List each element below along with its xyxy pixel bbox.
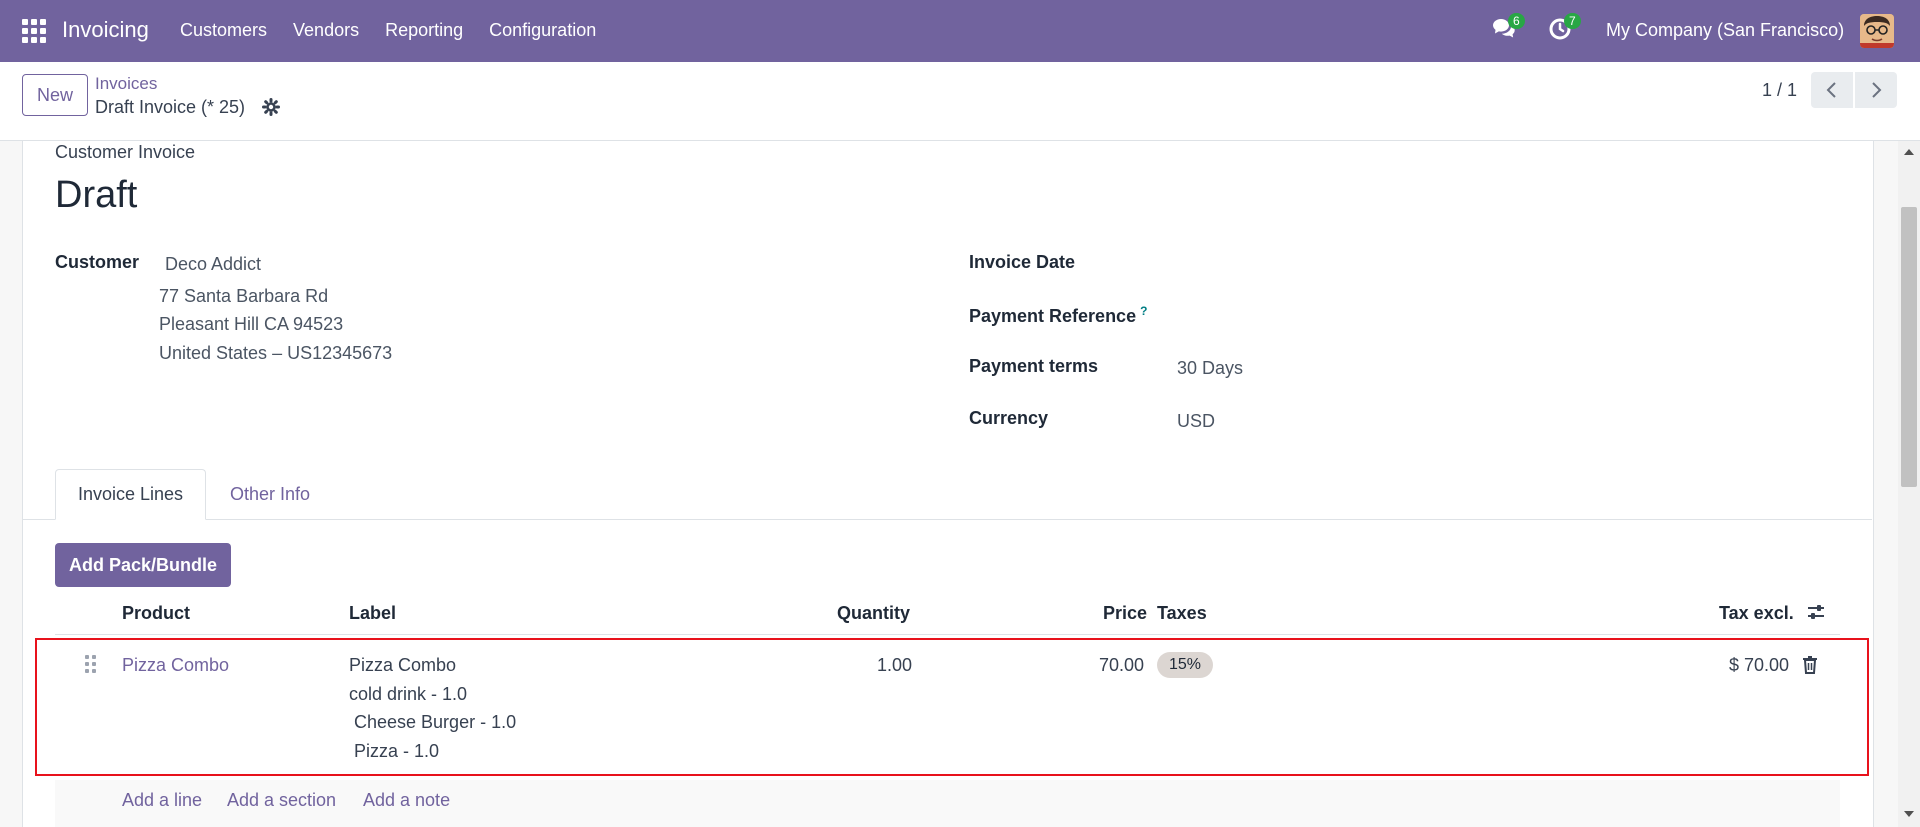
trash-icon[interactable] xyxy=(1802,656,1818,674)
line-label-text[interactable]: Pizza Combo xyxy=(349,655,456,676)
invoice-date-field[interactable] xyxy=(1176,246,1776,276)
apps-menu-icon[interactable] xyxy=(22,19,46,43)
line-label-text[interactable]: Pizza - 1.0 xyxy=(349,741,439,762)
customer-address-line: 77 Santa Barbara Rd xyxy=(159,286,329,306)
payment-terms-label: Payment terms xyxy=(969,356,1099,376)
gear-icon[interactable] xyxy=(262,98,280,116)
line-label-text[interactable]: Cheese Burger - 1.0 xyxy=(349,712,516,733)
menu-customers[interactable]: Customers xyxy=(180,20,267,41)
line-quantity[interactable]: 1.00 xyxy=(877,655,912,676)
line-label-text[interactable]: cold drink - 1.0 xyxy=(349,684,467,705)
payment-reference-label: Payment Reference? xyxy=(969,304,1147,327)
tab-invoice-lines[interactable]: Invoice Lines xyxy=(55,469,206,520)
line-price[interactable]: 70.00 xyxy=(1099,655,1144,676)
activities-badge: 7 xyxy=(1564,13,1581,29)
vertical-scrollbar[interactable] xyxy=(1898,141,1920,827)
line-tax-excl: $ 70.00 xyxy=(1729,655,1790,675)
column-header-label[interactable]: Label xyxy=(349,603,396,624)
table-header-divider xyxy=(55,634,1840,635)
column-header-quantity[interactable]: Quantity xyxy=(837,603,910,624)
menu-reporting[interactable]: Reporting xyxy=(385,20,463,41)
tax-tag[interactable]: 15% xyxy=(1157,652,1214,678)
menu-vendors[interactable]: Vendors xyxy=(293,20,359,41)
add-section-link[interactable]: Add a section xyxy=(227,790,336,811)
main-menu: Customers Vendors Reporting Configuratio… xyxy=(180,20,622,41)
messages-badge: 6 xyxy=(1508,13,1525,29)
messages-icon[interactable]: 6 xyxy=(1492,13,1525,43)
column-header-taxes[interactable]: Taxes xyxy=(1157,603,1207,624)
activities-clock-icon[interactable]: 7 xyxy=(1548,13,1581,43)
payment-reference-label-text: Payment Reference xyxy=(969,306,1137,326)
new-button[interactable]: New xyxy=(22,74,88,116)
add-pack-bundle-button[interactable]: Add Pack/Bundle xyxy=(55,543,231,587)
add-line-link[interactable]: Add a line xyxy=(122,790,202,811)
scroll-thumb[interactable] xyxy=(1901,207,1917,487)
column-header-tax-excl[interactable]: Tax excl. xyxy=(1719,603,1794,624)
line-product[interactable]: Pizza Combo xyxy=(122,655,229,676)
column-header-price[interactable]: Price xyxy=(1103,603,1147,624)
pager-previous-button[interactable] xyxy=(1811,72,1853,108)
scroll-down-arrow-icon[interactable] xyxy=(1904,811,1914,817)
pager-value[interactable]: 1 / 1 xyxy=(1762,80,1797,101)
invoice-date-label: Invoice Date xyxy=(969,252,1076,272)
payment-reference-field[interactable] xyxy=(1176,298,1776,328)
menu-configuration[interactable]: Configuration xyxy=(489,20,596,41)
drag-handle-icon[interactable] xyxy=(85,655,99,675)
help-tooltip-icon[interactable]: ? xyxy=(1140,304,1147,318)
column-header-product[interactable]: Product xyxy=(122,603,190,624)
invoice-title: Draft xyxy=(55,174,138,216)
currency-field[interactable]: USD xyxy=(1177,411,1215,432)
document-type: Customer Invoice xyxy=(55,142,196,162)
scroll-up-arrow-icon[interactable] xyxy=(1904,149,1914,155)
add-note-link[interactable]: Add a note xyxy=(363,790,450,811)
chevron-right-icon xyxy=(1872,82,1882,98)
customer-address-line: Pleasant Hill CA 94523 xyxy=(159,314,344,334)
breadcrumb-invoices[interactable]: Invoices xyxy=(95,74,157,94)
top-navbar: Invoicing Customers Vendors Reporting Co… xyxy=(0,0,1920,62)
customer-address-line: United States – US12345673 xyxy=(159,343,393,363)
chevron-left-icon xyxy=(1826,82,1836,98)
payment-terms-field[interactable]: 30 Days xyxy=(1177,358,1243,379)
app-name[interactable]: Invoicing xyxy=(62,17,149,43)
breadcrumb-current: Draft Invoice (* 25) xyxy=(95,97,246,117)
user-avatar[interactable] xyxy=(1860,14,1894,48)
customer-label: Customer xyxy=(55,252,140,272)
table-row[interactable] xyxy=(35,638,1869,776)
company-switcher[interactable]: My Company (San Francisco) xyxy=(1606,20,1844,41)
customer-field[interactable]: Deco Addict xyxy=(165,254,261,275)
pager-next-button[interactable] xyxy=(1855,72,1897,108)
control-panel: New Invoices Draft Invoice (* 25) 1 / 1 xyxy=(0,62,1920,141)
optional-columns-settings-icon[interactable] xyxy=(1806,602,1826,622)
tab-other-info[interactable]: Other Info xyxy=(212,469,328,520)
currency-label: Currency xyxy=(969,408,1049,428)
